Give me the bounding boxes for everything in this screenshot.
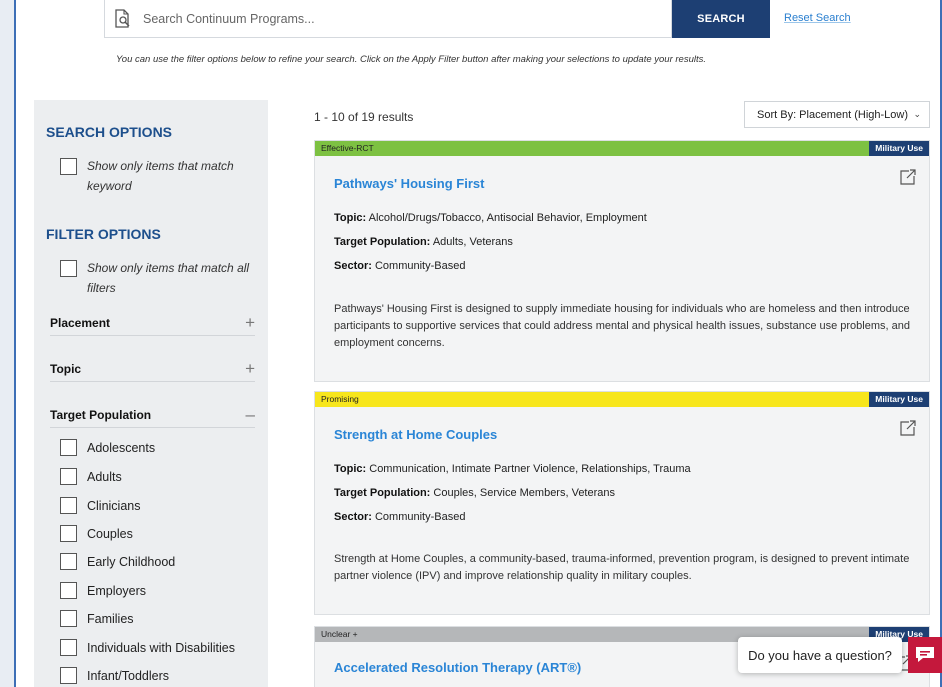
target-population-option[interactable]: Adolescents (60, 439, 155, 456)
option-checkbox[interactable] (60, 667, 77, 684)
all-filters-checkbox[interactable] (60, 260, 77, 277)
placement-label: Placement (50, 315, 111, 330)
option-checkbox[interactable] (60, 525, 77, 542)
all-filters-option[interactable]: Show only items that match all filters (60, 260, 260, 298)
rating-label: Unclear + (321, 629, 358, 639)
document-search-icon (115, 9, 130, 28)
option-checkbox[interactable] (60, 582, 77, 599)
topic-accordion[interactable]: Topic + (50, 356, 255, 382)
chat-button[interactable] (908, 637, 942, 673)
option-label: Early Childhood (87, 554, 176, 569)
target-population-label: Target Population (50, 407, 152, 422)
option-label: Adolescents (87, 440, 156, 455)
option-label: Clinicians (87, 498, 141, 513)
target-population-option[interactable]: Adults (60, 468, 122, 485)
option-label: Couples (87, 526, 133, 541)
target-population-option[interactable]: Families (60, 610, 134, 627)
collapse-icon[interactable]: – (246, 406, 255, 423)
target-population-option[interactable]: Individuals with Disabilities (60, 639, 235, 656)
search-button[interactable]: SEARCH (672, 0, 770, 38)
option-checkbox[interactable] (60, 439, 77, 456)
program-card: Promising Military Use Strength at Home … (314, 391, 930, 615)
rating-bar: Promising Military Use (315, 392, 929, 407)
option-label: Infant/Toddlers (87, 668, 169, 683)
all-filters-label-line2: filters (87, 281, 116, 295)
chevron-down-icon: ⌄ (913, 109, 921, 119)
sort-selected-value: Sort By: Placement (High-Low) (757, 108, 908, 121)
rating-label: Promising (321, 394, 359, 404)
sector-field: Sector: Community-Based (334, 260, 466, 272)
sort-select[interactable]: Sort By: Placement (High-Low) ⌄ (744, 101, 930, 128)
topic-field: Topic: Communication, Intimate Partner V… (334, 463, 691, 475)
reset-search-link[interactable]: Reset Search (784, 12, 851, 24)
filter-sidebar: SEARCH OPTIONS Show only items that matc… (34, 100, 268, 687)
program-title-link[interactable]: Pathways' Housing First (334, 176, 484, 191)
filter-instructions: You can use the filter options below to … (116, 54, 707, 65)
target-population-option[interactable]: Couples (60, 525, 133, 542)
option-checkbox[interactable] (60, 553, 77, 570)
option-checkbox[interactable] (60, 497, 77, 514)
military-use-badge: Military Use (869, 392, 929, 407)
option-label: Families (87, 611, 134, 626)
program-description: Pathways' Housing First is designed to s… (334, 303, 910, 349)
target-population-option[interactable]: Early Childhood (60, 553, 175, 570)
option-label: Employers (87, 583, 147, 598)
search-input[interactable] (143, 4, 663, 34)
target-population-accordion[interactable]: Target Population – (50, 402, 255, 428)
keyword-match-label-line2: keyword (87, 179, 132, 193)
expand-icon[interactable]: + (245, 314, 255, 331)
target-population-option[interactable]: Employers (60, 582, 146, 599)
option-checkbox[interactable] (60, 639, 77, 656)
topic-field: Topic: Alcohol/Drugs/Tobacco, Antisocial… (334, 212, 647, 224)
target-population-option[interactable]: Clinicians (60, 497, 141, 514)
external-link-icon[interactable] (899, 168, 917, 186)
chat-prompt-bubble[interactable]: Do you have a question? (738, 637, 902, 673)
program-description: Strength at Home Couples, a community-ba… (334, 553, 910, 582)
rating-bar: Effective-RCT Military Use (315, 141, 929, 156)
external-link-icon[interactable] (899, 419, 917, 437)
topic-label: Topic (50, 361, 82, 376)
option-checkbox[interactable] (60, 610, 77, 627)
military-use-badge: Military Use (869, 141, 929, 156)
expand-icon[interactable]: + (245, 360, 255, 377)
keyword-match-option[interactable]: Show only items that match keyword (60, 158, 260, 196)
placement-accordion[interactable]: Placement + (50, 310, 255, 336)
target-population-option[interactable]: Infant/Toddlers (60, 667, 169, 684)
program-title-link[interactable]: Accelerated Resolution Therapy (ART®) (334, 660, 581, 675)
rating-label: Effective-RCT (321, 143, 374, 153)
sector-field: Sector: Community-Based (334, 511, 466, 523)
program-title-link[interactable]: Strength at Home Couples (334, 427, 497, 442)
search-bar (104, 0, 672, 38)
option-checkbox[interactable] (60, 468, 77, 485)
filter-options-heading: FILTER OPTIONS (46, 226, 161, 242)
keyword-match-checkbox[interactable] (60, 158, 77, 175)
results-count: 1 - 10 of 19 results (314, 110, 414, 124)
all-filters-label-line1: Show only items that match all (87, 261, 250, 275)
target-population-field: Target Population: Adults, Veterans (334, 236, 513, 248)
option-label: Individuals with Disabilities (87, 640, 235, 655)
page-frame: SEARCH Reset Search You can use the filt… (14, 0, 942, 687)
search-options-heading: SEARCH OPTIONS (46, 124, 173, 140)
option-label: Adults (87, 469, 122, 484)
program-card: Effective-RCT Military Use Pathways' Hou… (314, 140, 930, 382)
target-population-field: Target Population: Couples, Service Memb… (334, 487, 616, 499)
chat-icon (916, 647, 934, 662)
keyword-match-label-line1: Show only items that match (87, 159, 234, 173)
